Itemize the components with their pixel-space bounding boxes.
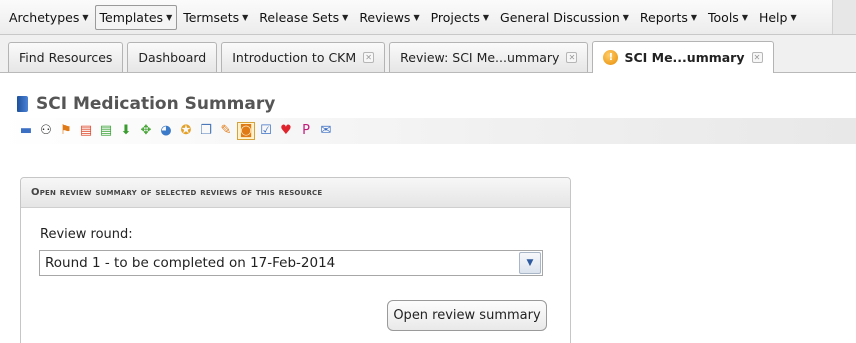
menu-item-tools[interactable]: Tools ▼ bbox=[703, 5, 753, 30]
menu-item-release-sets[interactable]: Release Sets ▼ bbox=[254, 5, 353, 30]
caret-down-icon: ▼ bbox=[482, 12, 490, 22]
caret-down-icon: ▼ bbox=[342, 12, 349, 22]
caret-down-icon: ▼ bbox=[790, 12, 797, 22]
caret-down-icon: ▼ bbox=[166, 12, 173, 22]
menu-item-label: Release Sets bbox=[259, 9, 340, 25]
review-icon[interactable]: ◙ bbox=[237, 122, 255, 140]
menu-item-label: Templates bbox=[99, 9, 164, 25]
hierarchy-icon[interactable]: ⚑ bbox=[58, 123, 74, 139]
chevron-down-icon[interactable]: ▼ bbox=[519, 252, 541, 274]
award-icon[interactable]: ✪ bbox=[178, 123, 194, 139]
review-round-select[interactable]: Round 1 - to be completed on 17-Feb-2014… bbox=[39, 250, 543, 276]
tab-introduction-to-ckm[interactable]: Introduction to CKM ✕ bbox=[221, 42, 386, 72]
tab-label: Review: SCI Me...ummary bbox=[400, 50, 560, 65]
caret-down-icon: ▼ bbox=[242, 12, 249, 22]
menu-item-label: Termsets bbox=[183, 9, 240, 25]
panel-header: Open review summary of selected reviews … bbox=[21, 178, 570, 208]
open-review-summary-button[interactable]: Open review summary bbox=[387, 300, 547, 331]
tab-label: SCI Me...ummary bbox=[624, 50, 745, 65]
menu-item-reviews[interactable]: Reviews ▼ bbox=[354, 5, 424, 30]
tab-sci-me-ummary[interactable]: ! SCI Me...ummary ✕ bbox=[592, 41, 774, 73]
resource-header: SCI Medication Summary bbox=[17, 94, 275, 114]
pie-chart-icon[interactable]: ◕ bbox=[158, 123, 174, 139]
discussion-icon[interactable]: ✎ bbox=[218, 123, 234, 139]
review-round-value: Round 1 - to be completed on 17-Feb-2014 bbox=[45, 255, 336, 271]
p-icon[interactable]: P bbox=[298, 123, 314, 139]
caret-down-icon: ▼ bbox=[413, 12, 420, 22]
edit-icon[interactable]: ☑ bbox=[258, 123, 274, 139]
warning-icon: ! bbox=[603, 50, 619, 65]
tab-review-sci-me-ummary[interactable]: Review: SCI Me...ummary ✕ bbox=[389, 42, 589, 72]
mindmap-icon[interactable]: ⚇ bbox=[38, 123, 54, 139]
book-icon bbox=[17, 96, 28, 112]
heart-icon[interactable]: ♥ bbox=[278, 123, 294, 139]
menu-item-general-discussion[interactable]: General Discussion ▼ bbox=[495, 5, 634, 30]
mail-icon[interactable]: ✉ bbox=[318, 123, 334, 139]
menu-item-label: Archetypes bbox=[9, 9, 80, 25]
tab-dashboard[interactable]: Dashboard bbox=[127, 42, 218, 72]
menubar-end-cap bbox=[832, 0, 856, 34]
menu-item-label: General Discussion bbox=[500, 9, 620, 25]
book-open-icon[interactable]: ❐ bbox=[198, 123, 214, 139]
tab-bar: Find Resources Dashboard Introduction to C… bbox=[0, 35, 856, 73]
menu-item-label: Tools bbox=[708, 9, 739, 25]
menu-item-help[interactable]: Help ▼ bbox=[754, 5, 802, 30]
tab-label: Introduction to CKM bbox=[232, 50, 357, 65]
tab-label: Dashboard bbox=[138, 50, 207, 65]
tab-find-resources[interactable]: Find Resources bbox=[8, 42, 124, 72]
menu-item-templates[interactable]: Templates ▼ bbox=[94, 4, 178, 30]
close-icon[interactable]: ✕ bbox=[566, 52, 578, 63]
menu-item-archetypes[interactable]: Archetypes ▼ bbox=[4, 5, 94, 30]
menu-item-reports[interactable]: Reports ▼ bbox=[635, 5, 702, 30]
tab-label: Find Resources bbox=[19, 50, 113, 65]
oet-icon[interactable]: ▤ bbox=[78, 123, 94, 139]
close-icon[interactable]: ✕ bbox=[363, 52, 375, 63]
download-icon[interactable]: ⬇ bbox=[118, 123, 134, 139]
menu-item-projects[interactable]: Projects ▼ bbox=[426, 5, 494, 30]
review-summary-panel: Open review summary of selected reviews … bbox=[20, 177, 571, 343]
caret-down-icon: ▼ bbox=[690, 12, 698, 22]
menu-item-label: Help bbox=[758, 9, 788, 25]
main-menu-bar: Archetypes ▼ Templates ▼ Termsets ▼ Release Se… bbox=[0, 0, 856, 35]
menu-item-label: Projects bbox=[430, 9, 480, 25]
relations-icon[interactable]: ✥ bbox=[138, 123, 154, 139]
caret-down-icon: ▼ bbox=[82, 12, 89, 22]
caret-down-icon: ▼ bbox=[741, 12, 748, 22]
opt-icon[interactable]: ▤ bbox=[98, 123, 114, 139]
overview-icon[interactable]: ▬ bbox=[18, 123, 34, 139]
resource-toolbar: ▬ ⚇ ⚑ ▤ ▤ ⬇ ✥ ◕ ✪ ❐ ✎ ◙ ☑ ♥ P ✉ bbox=[18, 119, 856, 143]
review-round-label: Review round: bbox=[40, 227, 133, 242]
menu-item-termsets[interactable]: Termsets ▼ bbox=[178, 5, 253, 30]
menu-item-label: Reviews bbox=[359, 9, 411, 25]
resource-title: SCI Medication Summary bbox=[36, 94, 276, 114]
menu-item-label: Reports bbox=[639, 9, 688, 25]
close-icon[interactable]: ✕ bbox=[751, 52, 763, 63]
caret-down-icon: ▼ bbox=[622, 12, 629, 22]
